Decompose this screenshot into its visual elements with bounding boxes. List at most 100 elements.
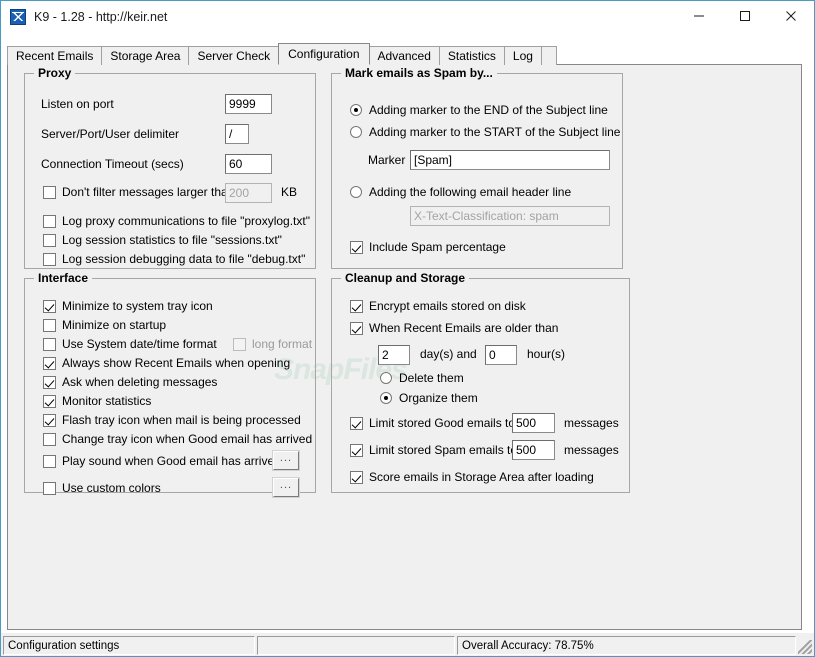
status-bar: Configuration settings Overall Accuracy:… [1,632,814,656]
include-percentage-checkbox-row[interactable]: Include Spam percentage [350,240,506,254]
encrypt-checkbox[interactable] [350,299,363,313]
size-filter-unit-label: KB [281,185,298,199]
tab-strip: Recent Emails Storage Area Server Check … [7,43,807,65]
always-show-recent-checkbox-row[interactable]: Always show Recent Emails when opening [43,356,290,370]
status-panel-middle [257,636,455,655]
maximize-button[interactable] [722,1,768,31]
size-filter-checkbox-row[interactable]: Don't filter messages larger than [43,185,234,199]
header-line-input[interactable]: X-Text-Classification: spam [410,206,610,226]
older-than-checkbox-row[interactable]: When Recent Emails are older than [350,321,558,335]
change-tray-checkbox[interactable] [43,432,56,446]
size-filter-checkbox[interactable] [43,185,56,199]
connection-timeout-input[interactable]: 60 [225,154,272,174]
custom-colors-label: Use custom colors [62,481,161,495]
score-storage-label: Score emails in Storage Area after loadi… [369,470,594,484]
play-sound-checkbox-row[interactable]: Play sound when Good email has arrived [43,454,281,468]
organize-them-radio[interactable] [380,392,392,404]
tab-advanced[interactable]: Advanced [368,46,440,65]
marker-input[interactable]: [Spam] [410,150,610,170]
hours-unit-label: hour(s) [527,347,566,361]
log-proxy-label: Log proxy communications to file "proxyl… [62,214,310,228]
limit-good-checkbox[interactable] [350,416,363,430]
delete-them-radio[interactable] [380,372,392,384]
monitor-statistics-checkbox-row[interactable]: Monitor statistics [43,394,151,408]
long-format-checkbox-row[interactable]: long format [233,337,312,351]
monitor-statistics-label: Monitor statistics [62,394,152,408]
score-storage-checkbox[interactable] [350,470,363,484]
minimize-startup-checkbox[interactable] [43,318,56,332]
ask-delete-checkbox[interactable] [43,375,56,389]
flash-tray-checkbox[interactable] [43,413,56,427]
tab-server-check[interactable]: Server Check [188,46,280,65]
limit-good-label: Limit stored Good emails to [369,416,516,430]
marker-header-radio[interactable] [350,186,362,198]
tab-recent-emails[interactable]: Recent Emails [7,46,103,65]
always-show-recent-checkbox[interactable] [43,356,56,370]
long-format-label: long format [252,337,313,351]
marker-start-radio[interactable] [350,126,362,138]
change-tray-checkbox-row[interactable]: Change tray icon when Good email has arr… [43,432,312,446]
system-datetime-checkbox[interactable] [43,337,56,351]
days-unit-label: day(s) and [420,347,477,361]
limit-good-unit-label: messages [564,416,619,430]
minimize-tray-checkbox[interactable] [43,299,56,313]
older-than-checkbox[interactable] [350,321,363,335]
play-sound-label: Play sound when Good email has arrived [62,454,281,468]
organize-them-radio-row[interactable]: Organize them [380,391,478,405]
limit-spam-checkbox[interactable] [350,443,363,457]
minimize-startup-checkbox-row[interactable]: Minimize on startup [43,318,166,332]
minimize-tray-label: Minimize to system tray icon [62,299,213,313]
close-button[interactable] [768,1,814,31]
ask-delete-label: Ask when deleting messages [62,375,218,389]
tab-storage-area[interactable]: Storage Area [101,46,190,65]
browse-sound-button[interactable]: ... [272,450,300,471]
long-format-checkbox[interactable] [233,337,246,351]
flash-tray-checkbox-row[interactable]: Flash tray icon when mail is being proce… [43,413,301,427]
marker-start-radio-row[interactable]: Adding marker to the START of the Subjec… [350,125,620,139]
resize-grip[interactable] [798,640,812,654]
log-debug-label: Log session debugging data to file "debu… [62,252,306,266]
log-stats-checkbox-row[interactable]: Log session statistics to file "sessions… [43,233,282,247]
limit-good-checkbox-row[interactable]: Limit stored Good emails to [350,416,515,430]
log-debug-checkbox-row[interactable]: Log session debugging data to file "debu… [43,252,305,266]
marker-end-radio[interactable] [350,104,362,116]
ask-delete-checkbox-row[interactable]: Ask when deleting messages [43,375,217,389]
tab-configuration[interactable]: Configuration [278,43,370,65]
limit-spam-unit-label: messages [564,443,619,457]
tab-statistics[interactable]: Statistics [438,46,505,65]
minimize-button[interactable] [676,1,722,31]
spam-marking-group-legend: Mark emails as Spam by... [341,66,497,80]
delete-them-radio-row[interactable]: Delete them [380,371,464,385]
listen-port-input[interactable]: 9999 [225,94,272,114]
marker-start-label: Adding marker to the START of the Subjec… [369,125,621,139]
system-datetime-checkbox-row[interactable]: Use System date/time format [43,337,217,351]
custom-colors-checkbox-row[interactable]: Use custom colors [43,481,161,495]
minimize-tray-checkbox-row[interactable]: Minimize to system tray icon [43,299,213,313]
delimiter-input[interactable]: / [225,124,249,144]
configuration-tab-page: SnapFiles Proxy Listen on port 9999 Serv… [7,64,802,630]
monitor-statistics-checkbox[interactable] [43,394,56,408]
encrypt-checkbox-row[interactable]: Encrypt emails stored on disk [350,299,526,313]
limit-spam-checkbox-row[interactable]: Limit stored Spam emails to [350,443,517,457]
log-proxy-checkbox-row[interactable]: Log proxy communications to file "proxyl… [43,214,310,228]
size-filter-input[interactable]: 200 [225,183,272,203]
score-storage-checkbox-row[interactable]: Score emails in Storage Area after loadi… [350,470,594,484]
log-stats-checkbox[interactable] [43,233,56,247]
hours-input[interactable]: 0 [485,345,517,365]
days-input[interactable]: 2 [378,345,410,365]
log-proxy-checkbox[interactable] [43,214,56,228]
marker-end-radio-row[interactable]: Adding marker to the END of the Subject … [350,103,608,117]
system-datetime-label: Use System date/time format [62,337,217,351]
limit-good-input[interactable]: 500 [512,413,555,433]
custom-colors-checkbox[interactable] [43,481,56,495]
tab-log[interactable]: Log [503,46,542,65]
minimize-startup-label: Minimize on startup [62,318,167,332]
proxy-group-legend: Proxy [34,66,76,80]
marker-header-radio-row[interactable]: Adding the following email header line [350,185,571,199]
play-sound-checkbox[interactable] [43,454,56,468]
include-percentage-checkbox[interactable] [350,240,363,254]
browse-colors-button[interactable]: ... [272,477,300,498]
limit-spam-input[interactable]: 500 [512,440,555,460]
proxy-group: Proxy Listen on port 9999 Server/Port/Us… [24,66,316,269]
log-debug-checkbox[interactable] [43,252,56,266]
